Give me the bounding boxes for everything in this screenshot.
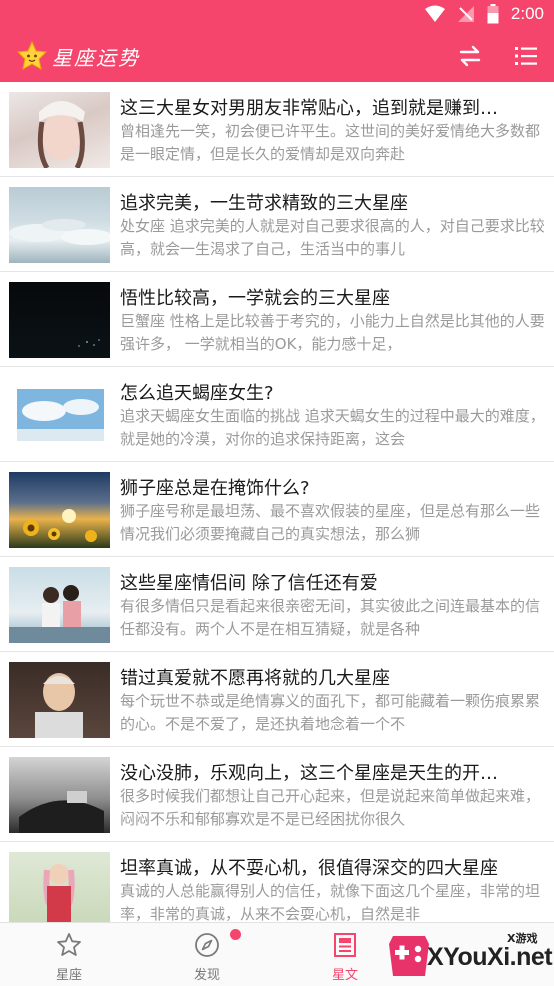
article-desc: 巨蟹座 性格上是比较善于考究的，小能力上自然是比其他的人要强许多， 一学就相当的… <box>120 312 545 353</box>
article-item[interactable]: 这三大星女对男朋友非常贴心，追到就是赚到… 曾相逢先一笑，初会便已许平生。这世间… <box>0 82 554 177</box>
compass-icon <box>195 933 219 957</box>
article-item[interactable]: 坦率真诚，从不耍心机，很值得深交的四大星座 真诚的人总能赢得别人的信任，就像下面… <box>0 842 554 922</box>
article-title: 追求完美，一生苛求精致的三大星座 <box>120 193 408 214</box>
nav-tab-star[interactable]: 星座 <box>0 923 138 986</box>
nav-label: 发现 <box>193 968 220 983</box>
article-thumbnail <box>9 852 110 922</box>
article-thumbnail <box>9 92 110 168</box>
app-title: 星座运势 <box>52 46 140 70</box>
article-icon <box>334 933 356 957</box>
swap-icon[interactable] <box>456 42 484 70</box>
article-thumbnail <box>9 567 110 643</box>
status-icons: 2:00 <box>424 4 544 24</box>
star-icon <box>16 40 48 70</box>
article-item[interactable]: 错过真爱就不愿再将就的几大星座 每个玩世不恭或是绝情寡义的面孔下，都可能藏着一颗… <box>0 652 554 747</box>
article-list: 这三大星女对男朋友非常贴心，追到就是赚到… 曾相逢先一笑，初会便已许平生。这世间… <box>0 82 554 922</box>
notification-dot <box>230 929 241 940</box>
article-desc: 曾相逢先一笑，初会便已许平生。这世间的美好爱情绝大多数都是一眼定情，但是长久的爱… <box>120 122 541 163</box>
article-item[interactable]: 狮子座总是在掩饰什么? 狮子座号称是最坦荡、最不喜欢假装的星座，但是总有那么一些… <box>0 462 554 557</box>
article-thumbnail <box>9 472 110 548</box>
article-desc: 每个玩世不恭或是绝情寡义的面孔下，都可能藏着一颗伤痕累累的心。不是不爱了，是还执… <box>120 692 541 733</box>
watermark-text: XYouXi.net <box>427 943 553 971</box>
status-bar: 2:00 <box>0 0 554 30</box>
article-desc: 处女座 追求完美的人就是对自己要求很高的人，对自己要求比较高，就会一生渴求了自己… <box>120 217 545 258</box>
article-title: 坦率真诚，从不耍心机，很值得深交的四大星座 <box>120 858 498 879</box>
article-thumbnail <box>9 187 110 263</box>
article-item[interactable]: 追求完美，一生苛求精致的三大星座 处女座 追求完美的人就是对自己要求很高的人，对… <box>0 177 554 272</box>
article-desc: 追求天蝎座女生面临的挑战 追求天蝎女生的过程中最大的难度，就是她的冷漠，对你的追… <box>120 407 545 448</box>
article-desc: 很多时候我们都想让自己开心起来，但是说起来简单做起来难，闷闷不乐和郁郁寡欢是不是… <box>120 787 541 828</box>
wifi-icon <box>424 5 445 22</box>
article-thumbnail <box>9 377 110 453</box>
article-title: 没心没肺，乐观向上，这三个星座是天生的开… <box>120 763 498 784</box>
article-title: 错过真爱就不愿再将就的几大星座 <box>120 668 390 689</box>
article-title: 怎么追天蝎座女生? <box>120 383 274 404</box>
article-desc: 真诚的人总能赢得别人的信任，就像下面这几个星座，非常的坦率，非常的真诚，从来不会… <box>120 882 541 922</box>
no-signal-icon <box>457 6 474 22</box>
nav-tab-discover[interactable]: 发现 <box>138 923 276 986</box>
article-title: 悟性比较高，一学就会的三大星座 <box>120 288 390 309</box>
article-thumbnail <box>9 757 110 833</box>
article-thumbnail <box>9 282 110 358</box>
article-item[interactable]: 没心没肺，乐观向上，这三个星座是天生的开… 很多时候我们都想让自己开心起来，但是… <box>0 747 554 842</box>
article-title: 狮子座总是在掩饰什么? <box>120 478 310 499</box>
article-thumbnail <box>9 662 110 738</box>
status-time: 2:00 <box>510 4 544 23</box>
article-item[interactable]: 悟性比较高，一学就会的三大星座 巨蟹座 性格上是比较善于考究的，小能力上自然是比… <box>0 272 554 367</box>
battery-icon <box>487 4 499 24</box>
article-item[interactable]: 怎么追天蝎座女生? 追求天蝎座女生面临的挑战 追求天蝎女生的过程中最大的难度，就… <box>0 367 554 462</box>
star-outline-icon <box>57 933 81 956</box>
nav-label: 星座 <box>55 968 82 983</box>
article-title: 这些星座情侣间 除了信任还有爱 <box>120 573 378 594</box>
article-item[interactable]: 这些星座情侣间 除了信任还有爱 有很多情侣只是看起来很亲密无间，其实彼此之间连最… <box>0 557 554 652</box>
app-bar: 星座运势 <box>0 30 554 82</box>
article-title: 这三大星女对男朋友非常贴心，追到就是赚到… <box>120 98 498 119</box>
article-desc: 有很多情侣只是看起来很亲密无间，其实彼此之间连最基本的信任都没有。两个人不是在相… <box>120 597 541 638</box>
watermark: X游戏 XYouXi.net <box>383 926 553 984</box>
list-icon[interactable] <box>512 42 540 70</box>
article-desc: 狮子座号称是最坦荡、最不喜欢假装的星座，但是总有那么一些情况我们必须要掩藏自己的… <box>120 502 541 543</box>
